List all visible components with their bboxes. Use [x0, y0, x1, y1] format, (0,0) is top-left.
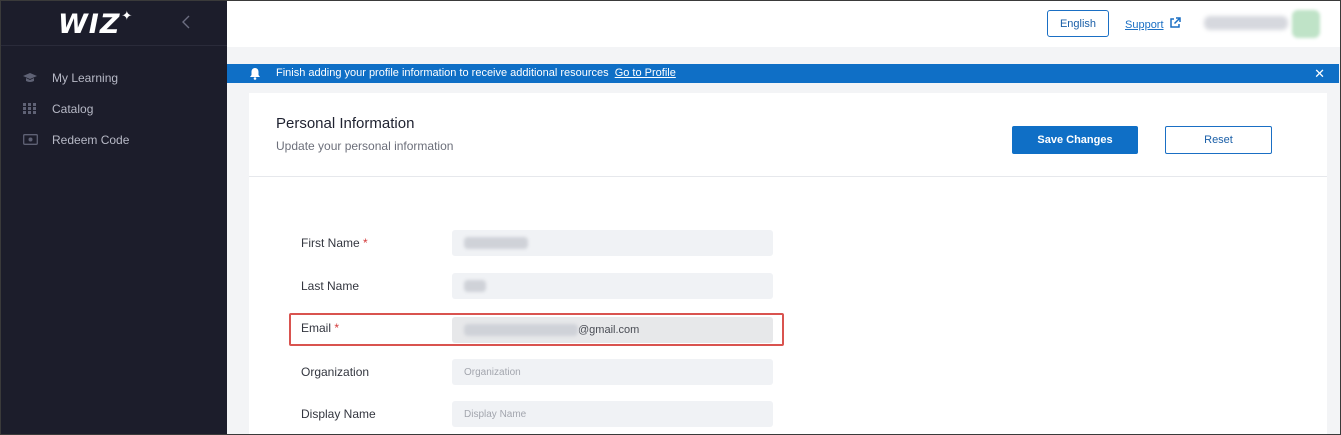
email-field[interactable]: @gmail.com — [452, 317, 773, 343]
language-button[interactable]: English — [1047, 10, 1109, 37]
sidebar-item-label: Redeem Code — [52, 132, 130, 147]
reset-button[interactable]: Reset — [1165, 126, 1272, 154]
required-mark: * — [334, 321, 340, 335]
sidebar-divider — [0, 45, 227, 46]
sidebar: WIZ ✦ My Learning Catalog Redeem Code — [0, 0, 227, 435]
collapse-sidebar-icon[interactable] — [181, 14, 195, 30]
sidebar-item-label: My Learning — [52, 70, 119, 85]
last-name-value-redacted — [464, 280, 486, 292]
first-name-field[interactable] — [452, 230, 773, 256]
email-local-part-redacted — [464, 324, 578, 336]
email-domain: @gmail.com — [578, 324, 640, 336]
display-name-label: Display Name — [301, 407, 376, 421]
sidebar-nav: My Learning Catalog Redeem Code — [0, 62, 227, 155]
go-to-profile-link[interactable]: Go to Profile — [615, 67, 676, 79]
ticket-icon — [22, 133, 38, 147]
sidebar-item-label: Catalog — [52, 101, 94, 116]
logo-star-icon: ✦ — [121, 8, 133, 23]
profile-banner: Finish adding your profile information t… — [227, 64, 1339, 83]
close-icon[interactable]: ✕ — [1314, 67, 1325, 80]
organization-label: Organization — [301, 365, 370, 379]
display-name-field[interactable]: Display Name — [452, 401, 773, 427]
bell-icon — [249, 67, 261, 85]
wiz-logo[interactable]: WIZ ✦ — [58, 8, 133, 40]
first-name-label: First Name * — [301, 236, 368, 250]
support-link[interactable]: Support — [1125, 16, 1181, 34]
grid-icon — [22, 102, 38, 116]
sidebar-item-my-learning[interactable]: My Learning — [0, 62, 227, 93]
last-name-field[interactable] — [452, 273, 773, 299]
sidebar-item-redeem-code[interactable]: Redeem Code — [0, 124, 227, 155]
page-title: Personal Information — [276, 115, 415, 132]
external-link-icon — [1169, 16, 1181, 34]
personal-info-card: Personal Information Update your persona… — [249, 93, 1327, 435]
organization-field[interactable]: Organization — [452, 359, 773, 385]
first-name-label-text: First Name — [301, 236, 360, 250]
last-name-label: Last Name — [301, 279, 360, 293]
card-divider — [249, 176, 1327, 177]
first-name-value-redacted — [464, 237, 528, 249]
avatar[interactable] — [1292, 10, 1320, 38]
support-label: Support — [1125, 19, 1164, 31]
email-label-text: Email — [301, 321, 332, 335]
save-changes-button[interactable]: Save Changes — [1012, 126, 1138, 154]
logo-text: WIZ — [58, 9, 121, 40]
banner-text: Finish adding your profile information t… — [276, 67, 609, 79]
user-name-redacted[interactable] — [1204, 16, 1288, 30]
graduation-cap-icon — [22, 71, 38, 85]
page-subtitle: Update your personal information — [276, 139, 454, 153]
banner-message: Finish adding your profile information t… — [276, 67, 676, 79]
top-bar: English Support — [227, 0, 1341, 47]
required-mark: * — [363, 236, 368, 250]
sidebar-item-catalog[interactable]: Catalog — [0, 93, 227, 124]
email-label: Email * — [301, 321, 339, 335]
